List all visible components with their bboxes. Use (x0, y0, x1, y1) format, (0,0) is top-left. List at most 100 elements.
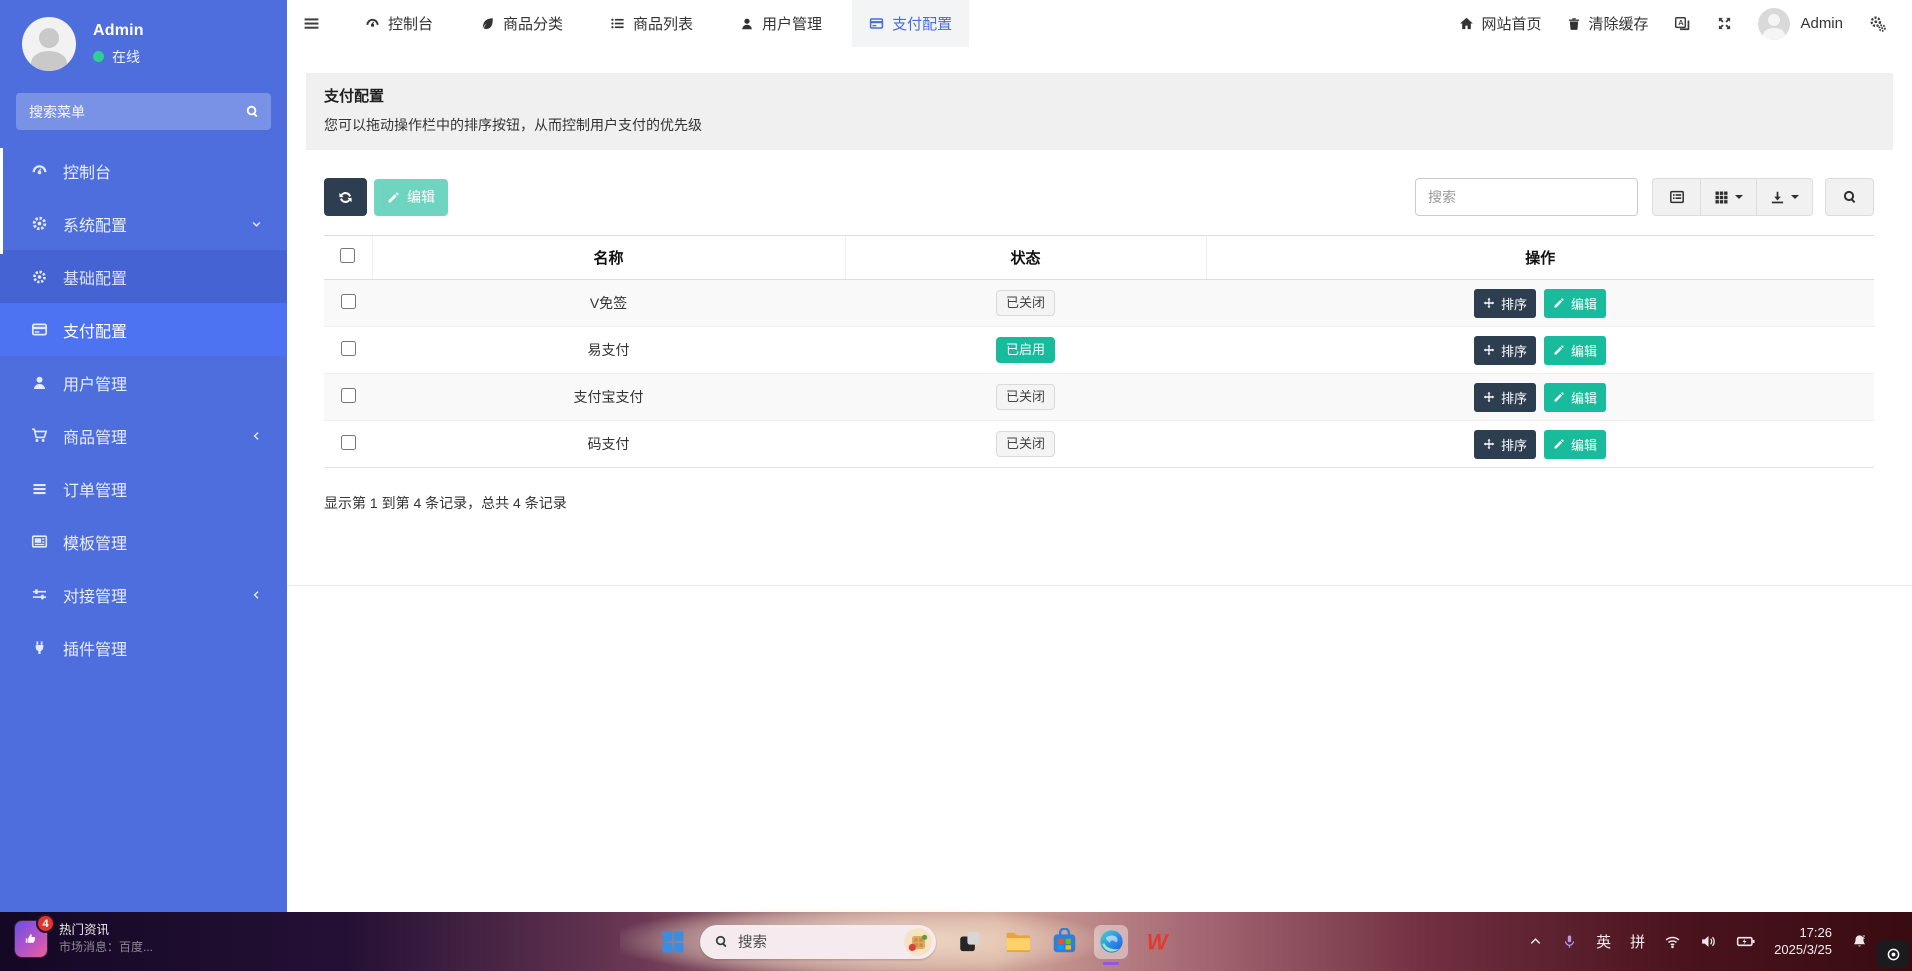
sidebar-item-template-management[interactable]: 模板管理 (0, 515, 287, 568)
row-checkbox[interactable] (341, 388, 356, 403)
search-icon (714, 934, 729, 949)
payment-name: V免签 (372, 280, 845, 327)
speaker-icon[interactable] (1700, 933, 1717, 950)
start-button[interactable] (658, 927, 688, 957)
export-button[interactable] (1756, 178, 1813, 216)
expand-icon (1717, 16, 1732, 31)
navbar-user-name: Admin (1800, 15, 1843, 32)
language-switch-button[interactable]: A (1674, 15, 1691, 32)
sort-label: 排序 (1501, 388, 1527, 407)
sidebar-item-label: 插件管理 (63, 636, 127, 660)
tab-dashboard[interactable]: 控制台 (348, 0, 450, 47)
row-checkbox[interactable] (341, 435, 356, 450)
edit-button[interactable]: 编辑 (1544, 289, 1606, 318)
edit-button[interactable]: 编辑 (1544, 336, 1606, 365)
export-icon (1770, 190, 1785, 205)
fullscreen-button[interactable] (1717, 16, 1732, 31)
panel-heading: 支付配置 您可以拖动操作栏中的排序按钮，从而控制用户支付的优先级 (306, 73, 1893, 150)
move-icon (1483, 297, 1495, 309)
system-tray: 英 拼 17:26 2025/3/25 z (1528, 912, 1868, 971)
sort-button[interactable]: 排序 (1474, 289, 1536, 318)
sidebar-search-input[interactable] (16, 93, 271, 130)
pencil-icon (1553, 438, 1565, 450)
bulk-edit-button[interactable]: 编辑 (374, 179, 448, 216)
sidebar-item-order-management[interactable]: 订单管理 (0, 462, 287, 515)
plug-icon (31, 640, 48, 656)
language-indicator-primary[interactable]: 英 (1596, 931, 1611, 952)
sort-button[interactable]: 排序 (1474, 383, 1536, 412)
edit-button[interactable]: 编辑 (1544, 430, 1606, 459)
gauge-icon (365, 16, 380, 31)
avatar[interactable] (22, 17, 76, 71)
page-title: 支付配置 (324, 85, 1875, 106)
file-explorer-app[interactable] (1000, 925, 1034, 959)
tab-label: 控制台 (388, 13, 433, 34)
sidebar-item-plugin-management[interactable]: 插件管理 (0, 621, 287, 674)
column-header-actions[interactable]: 操作 (1206, 236, 1874, 280)
microsoft-store-app[interactable] (1047, 925, 1081, 959)
column-header-status[interactable]: 状态 (845, 236, 1206, 280)
sidebar-item-payment-config[interactable]: 支付配置 (0, 303, 287, 356)
credit-card-icon (869, 16, 884, 31)
sidebar-menu: 控制台 系统配置 基础配置 支付配置 用户管理 商品管理 (0, 144, 287, 674)
tab-user-management[interactable]: 用户管理 (723, 0, 839, 47)
sidebar-item-label: 系统配置 (63, 212, 127, 236)
edit-button[interactable]: 编辑 (1544, 383, 1606, 412)
pencil-icon (387, 191, 400, 204)
wps-office-app[interactable]: W (1141, 925, 1175, 959)
tab-payment-config[interactable]: 支付配置 (852, 0, 969, 47)
tab-goods-list[interactable]: 商品列表 (593, 0, 710, 47)
clear-cache-button[interactable]: 清除缓存 (1567, 13, 1648, 34)
snipping-tool-icon (957, 929, 983, 955)
sidebar-item-goods-management[interactable]: 商品管理 (0, 409, 287, 462)
microphone-icon[interactable] (1562, 934, 1577, 949)
sidebar-item-system-config[interactable]: 系统配置 (0, 197, 287, 250)
columns-button[interactable] (1700, 178, 1757, 216)
top-navbar: 控制台 商品分类 商品列表 用户管理 支付配置 网站首页 清除缓存 A (287, 0, 1912, 47)
select-all-checkbox[interactable] (340, 248, 355, 263)
row-checkbox[interactable] (341, 341, 356, 356)
language-indicator-secondary[interactable]: 拼 (1630, 931, 1645, 952)
record-button[interactable] (1877, 940, 1909, 968)
sidebar-toggle-button[interactable] (287, 0, 335, 47)
page-subtitle: 您可以拖动操作栏中的排序按钮，从而控制用户支付的优先级 (324, 115, 1875, 135)
sidebar-item-basic-config[interactable]: 基础配置 (0, 250, 287, 303)
table-search-input[interactable] (1415, 178, 1638, 216)
tray-time: 17:26 (1774, 925, 1832, 942)
payment-name: 码支付 (372, 421, 845, 468)
clear-cache-label: 清除缓存 (1588, 13, 1648, 34)
sort-button[interactable]: 排序 (1474, 430, 1536, 459)
svg-text:W: W (1146, 929, 1169, 954)
edit-label: 编辑 (1571, 388, 1597, 407)
settings-menu-button[interactable] (1869, 15, 1886, 32)
sidebar-user-panel: Admin 在线 (0, 0, 287, 85)
edge-browser-app[interactable] (1094, 925, 1128, 959)
tab-goods-category[interactable]: 商品分类 (463, 0, 580, 47)
detail-view-button[interactable] (1652, 178, 1701, 216)
wifi-icon[interactable] (1664, 933, 1681, 950)
sidebar-item-dashboard[interactable]: 控制台 (0, 144, 287, 197)
row-checkbox[interactable] (341, 294, 356, 309)
widgets-button[interactable]: 4 热门资讯 市场消息：百度... (15, 921, 153, 957)
taskbar-search-box[interactable]: 搜索 (700, 925, 936, 959)
cogs-icon (1869, 15, 1886, 32)
caret-down-icon (1791, 195, 1799, 199)
column-header-name[interactable]: 名称 (372, 236, 845, 280)
site-home-link[interactable]: 网站首页 (1459, 13, 1541, 34)
chevron-up-icon[interactable] (1528, 934, 1543, 949)
refresh-button[interactable] (324, 178, 367, 216)
snipping-tool-app[interactable] (953, 925, 987, 959)
toolbar-right (1415, 178, 1874, 216)
battery-icon[interactable] (1736, 932, 1755, 951)
sidebar-item-integration-management[interactable]: 对接管理 (0, 568, 287, 621)
sort-button[interactable]: 排序 (1474, 336, 1536, 365)
notifications-bell-icon[interactable]: z (1851, 933, 1868, 950)
edit-label: 编辑 (1571, 435, 1597, 454)
search-toggle-button[interactable] (1825, 178, 1874, 216)
windows-taskbar: 4 热门资讯 市场消息：百度... 搜索 (0, 912, 1912, 971)
sidebar-item-user-management[interactable]: 用户管理 (0, 356, 287, 409)
user-menu[interactable]: Admin (1758, 8, 1843, 40)
status-badge: 已关闭 (996, 431, 1055, 457)
main-content: 支付配置 您可以拖动操作栏中的排序按钮，从而控制用户支付的优先级 编辑 (287, 47, 1912, 912)
clock[interactable]: 17:26 2025/3/25 (1774, 925, 1832, 959)
